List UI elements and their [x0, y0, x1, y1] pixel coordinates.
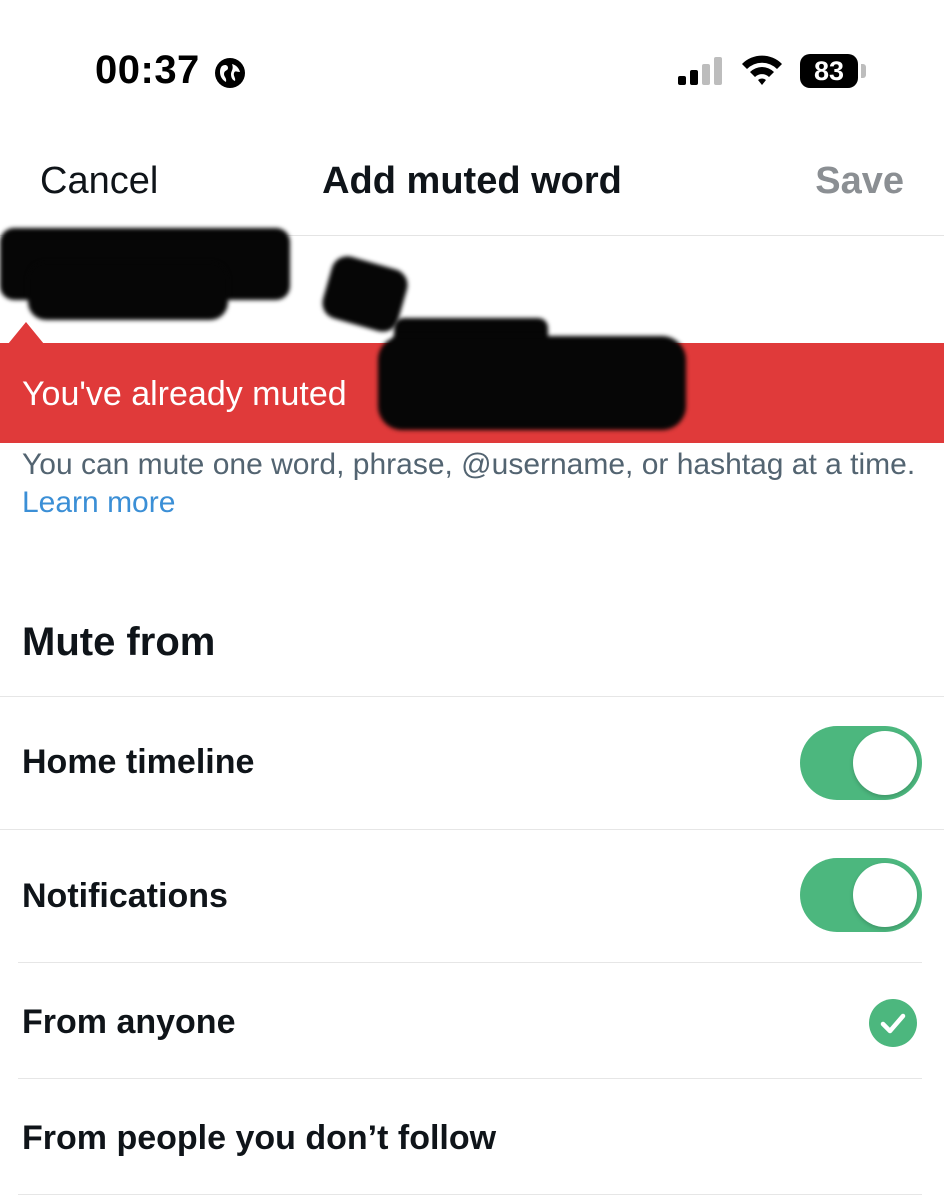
from-anyone-label: From anyone [22, 1003, 236, 1041]
add-muted-word-screen: 00:37 83 Cancel Add muted word Save You'… [0, 0, 944, 1200]
toggle-knob [853, 731, 917, 795]
notifications-row[interactable]: Notifications [0, 830, 944, 962]
mute-from-heading: Mute from [22, 620, 216, 664]
status-bar: 00:37 83 [0, 0, 944, 140]
divider [18, 1194, 922, 1195]
helper-text: You can mute one word, phrase, @username… [22, 446, 922, 522]
battery-cap [861, 64, 866, 78]
status-time: 00:37 [95, 48, 200, 92]
helper-description: You can mute one word, phrase, @username… [22, 448, 916, 481]
battery-indicator: 83 [800, 54, 858, 88]
battery-level: 83 [813, 55, 845, 86]
from-anyone-row[interactable]: From anyone [0, 963, 944, 1078]
from-non-followed-label: From people you don’t follow [22, 1119, 497, 1157]
from-non-followed-row[interactable]: From people you don’t follow [0, 1079, 944, 1194]
toggle-knob [853, 863, 917, 927]
navigation-bar: Cancel Add muted word Save [0, 140, 944, 236]
save-button[interactable]: Save [815, 160, 904, 203]
home-timeline-toggle[interactable] [800, 726, 922, 800]
error-pointer [8, 322, 44, 344]
learn-more-link[interactable]: Learn more [22, 486, 175, 519]
home-timeline-row[interactable]: Home timeline [0, 697, 944, 829]
page-title: Add muted word [322, 160, 622, 202]
wifi-icon [742, 55, 782, 85]
home-timeline-label: Home timeline [22, 743, 255, 781]
cellular-signal-icon [678, 57, 722, 85]
notifications-toggle[interactable] [800, 858, 922, 932]
notifications-label: Notifications [22, 877, 228, 915]
error-message: You've already muted [22, 375, 347, 413]
globe-icon [215, 58, 245, 88]
checkmark-icon [869, 999, 917, 1047]
redaction-mark [378, 336, 686, 430]
redaction-mark [28, 262, 228, 320]
